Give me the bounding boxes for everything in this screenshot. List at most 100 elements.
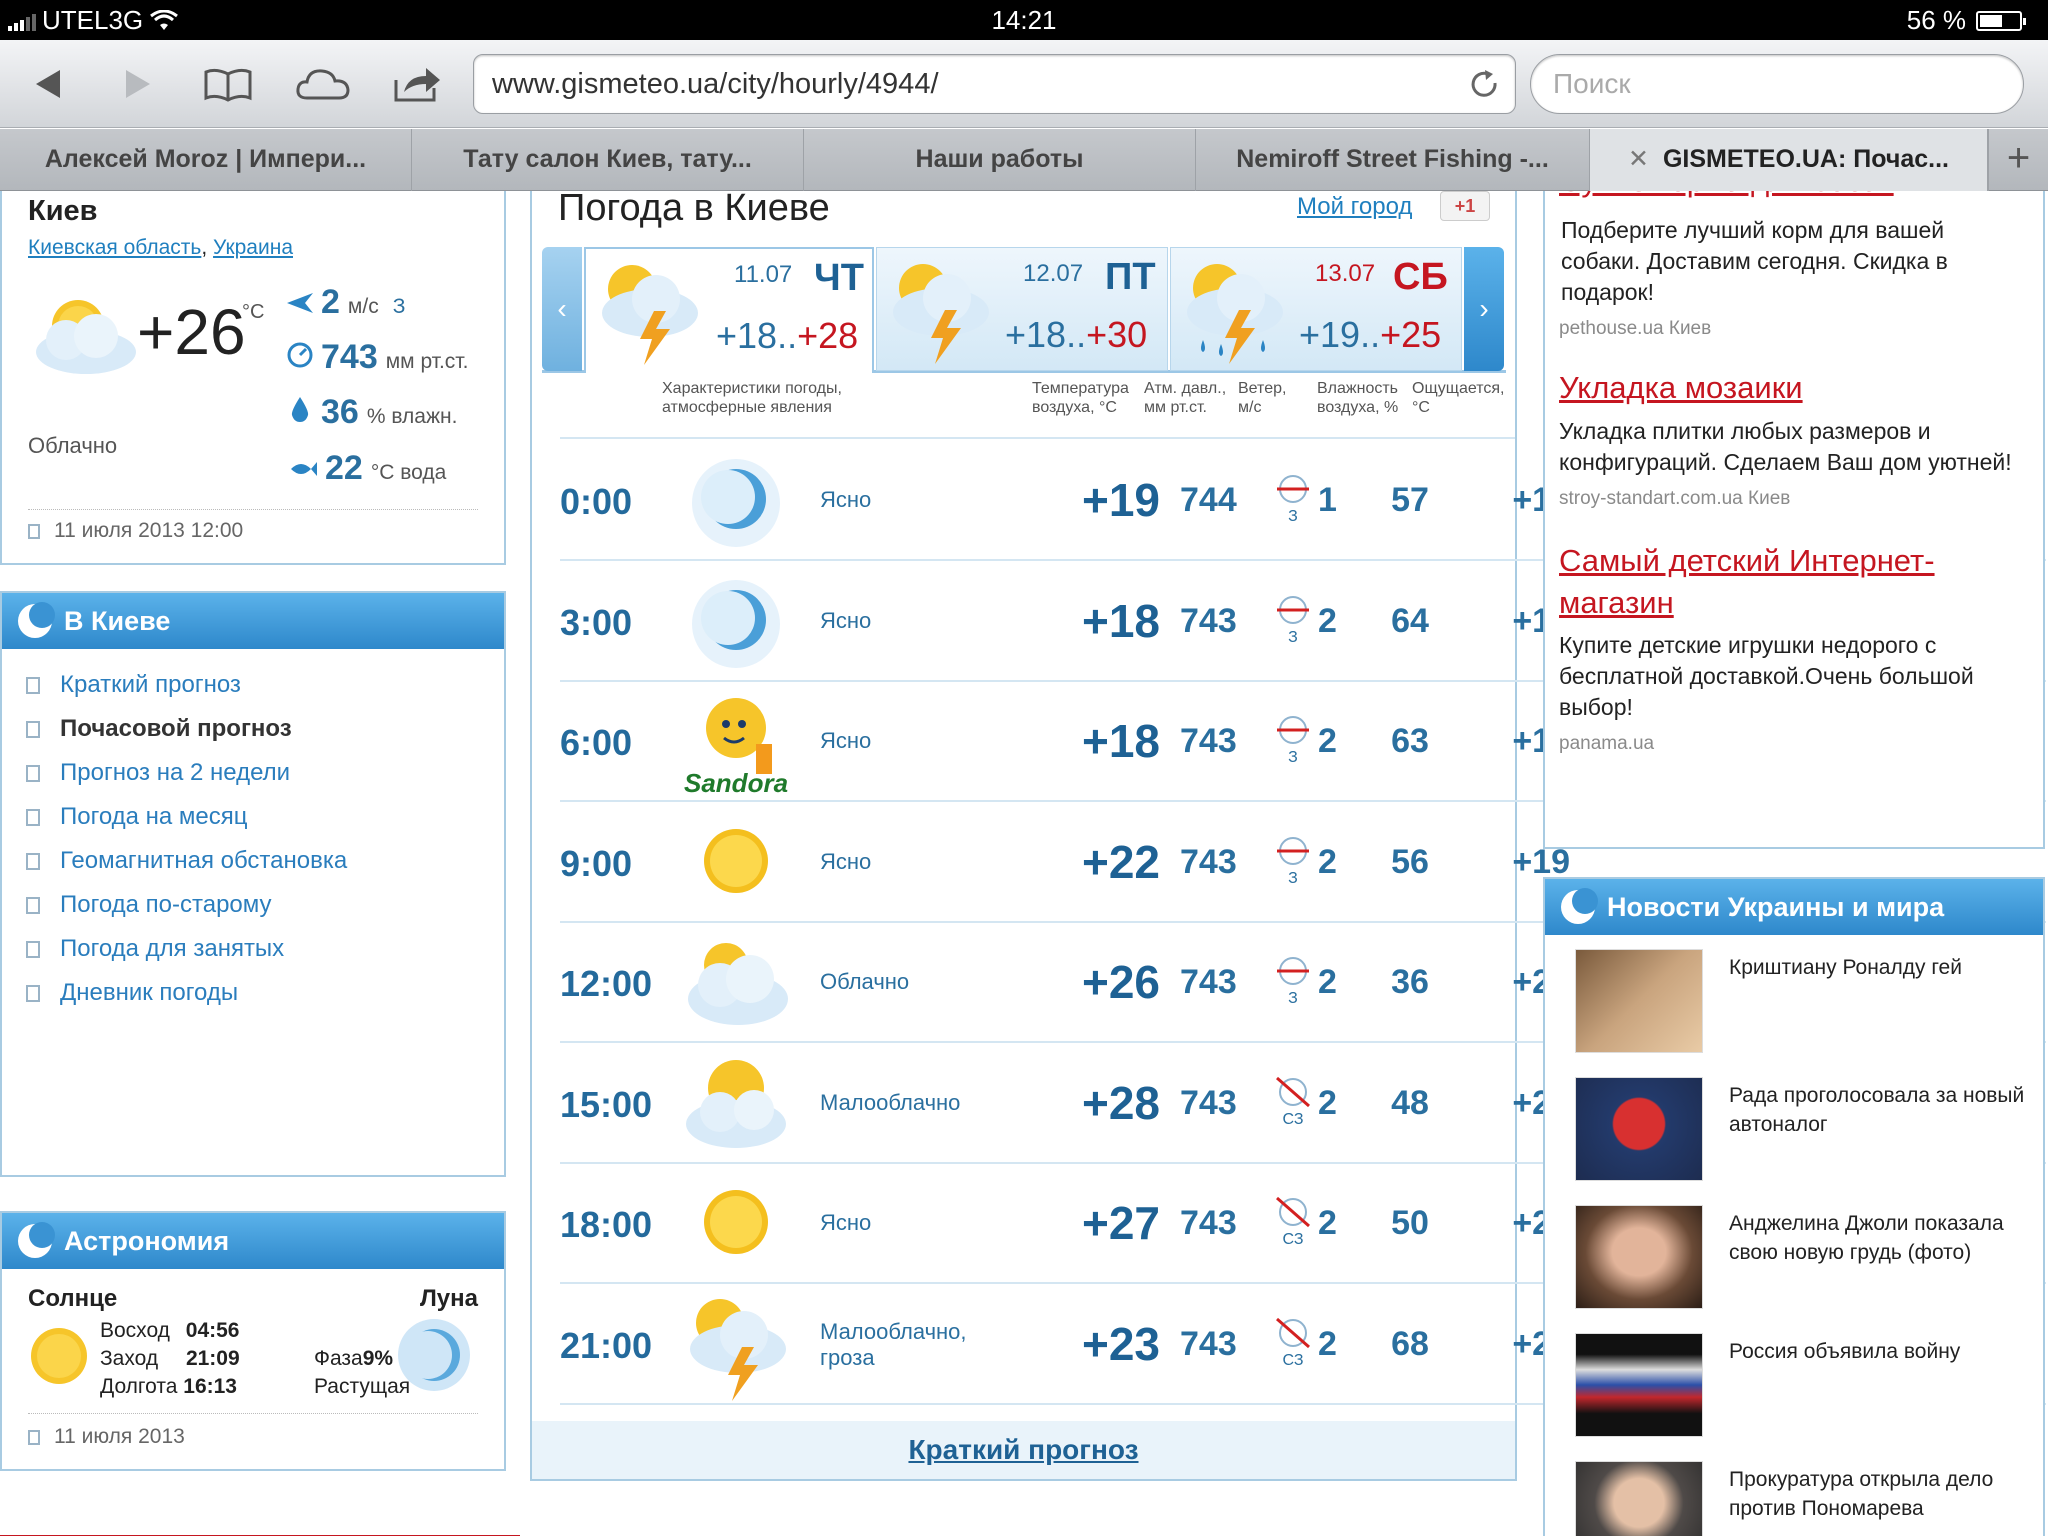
- document-icon: [28, 523, 40, 539]
- tab-4[interactable]: Nemiroff Street Fishing -...: [1196, 129, 1590, 191]
- menu-item-month[interactable]: Погода на месяц: [2, 795, 504, 839]
- temp-sep: ..: [1360, 314, 1381, 355]
- ad-source: panama.ua: [1559, 733, 1655, 754]
- my-city-link[interactable]: Мой город: [1297, 193, 1412, 221]
- day-tab-sat[interactable]: 13.07 СБ +19..+25: [1170, 247, 1462, 371]
- menu-item-old-style[interactable]: Погода по-старому: [2, 883, 504, 927]
- ad-text: Укладка плитки любых размеров и конфигур…: [1559, 418, 2012, 475]
- prev-days-button[interactable]: ‹: [542, 247, 582, 371]
- page-content: Киев Киевская область, Украина +26 °C Об…: [0, 191, 2048, 1536]
- tab-label: Наши работы: [915, 145, 1084, 173]
- news-thumbnail: [1575, 949, 1703, 1053]
- tab-3[interactable]: Наши работы: [804, 129, 1196, 191]
- menu-item-diary[interactable]: Дневник погоды: [2, 971, 504, 1015]
- menu-item-label: Погода на месяц: [60, 803, 248, 830]
- new-tab-button[interactable]: +: [1988, 129, 2048, 191]
- share-button[interactable]: [390, 58, 446, 110]
- row-wind-dir: З: [1272, 953, 1314, 1008]
- header-characteristics: Характеристики погоды, атмосферные явлен…: [662, 380, 842, 416]
- hourly-forecast-box: Погода в Киеве Мой город +1 ‹ 11.07 ЧТ +…: [530, 191, 2046, 1481]
- forward-arrow-icon: [126, 70, 150, 98]
- tab-2[interactable]: Тату салон Киев, тату...: [412, 129, 804, 191]
- astro-date-line: 11 июля 2013: [28, 1425, 185, 1449]
- weather-icon: [680, 1050, 792, 1162]
- battery-icon: [1976, 10, 2026, 31]
- cloud-icon: [296, 69, 350, 100]
- sun-icon: [704, 1190, 768, 1254]
- region-link[interactable]: Киевская область: [28, 236, 201, 259]
- ad-title[interactable]: Самый детский Интернет-магазин: [1559, 540, 2029, 624]
- url-text: www.gismeteo.ua/city/hourly/4944/: [492, 68, 939, 100]
- row-temperature: +18: [1081, 594, 1160, 647]
- astronomy-header: Астрономия: [2, 1213, 504, 1269]
- moon-icon: [398, 1319, 470, 1391]
- updated-time: 11 июля 2013 12:00: [54, 519, 244, 542]
- footer-bar: Краткий прогноз: [532, 1421, 1515, 1479]
- close-tab-icon[interactable]: ✕: [1628, 145, 1649, 173]
- row-wind-dir: З: [1272, 833, 1314, 888]
- tab-1[interactable]: Алексей Moroz | Импери...: [0, 129, 412, 191]
- menu-item-label: Дневник погоды: [60, 979, 239, 1006]
- news-item[interactable]: Криштиану Роналду гей: [1545, 949, 2043, 1077]
- tab-label: Алексей Moroz | Импери...: [44, 145, 367, 173]
- back-button[interactable]: [20, 58, 76, 110]
- compass-icon: [1276, 1196, 1310, 1228]
- tab-5-active[interactable]: ✕ GISMETEO.UA: Почас...: [1590, 129, 1988, 191]
- row-pressure: 743: [1180, 842, 1237, 881]
- ad-title-top[interactable]: Сухие корма для собак: [1559, 191, 1894, 199]
- ad-title[interactable]: Укладка мозаики: [1559, 370, 2029, 406]
- address-bar[interactable]: www.gismeteo.ua/city/hourly/4944/: [473, 54, 1516, 114]
- short-forecast-link[interactable]: Краткий прогноз: [908, 1434, 1138, 1465]
- weather-icon: [680, 929, 792, 1041]
- cut-off-text: [0, 1521, 560, 1536]
- row-humidity: 36: [1391, 963, 1429, 1001]
- battery-percent: 56 %: [1906, 5, 1966, 35]
- ios-status-bar: UTEL3G 14:21 56 %: [0, 0, 2048, 40]
- tab-label: GISMETEO.UA: Почас...: [1662, 145, 1949, 173]
- news-item[interactable]: Рада проголосовала за новый автоналог: [1545, 1077, 2043, 1205]
- menu-item-2-weeks[interactable]: Прогноз на 2 недели: [2, 751, 504, 795]
- svg-text:Sandora: Sandora: [684, 768, 788, 798]
- icloud-tabs-button[interactable]: [295, 58, 351, 110]
- row-temperature: +27: [1081, 1197, 1160, 1249]
- menu-item-busy[interactable]: Погода для занятых: [2, 927, 504, 971]
- search-input[interactable]: Поиск: [1530, 54, 2024, 114]
- menu-title: В Киеве: [64, 606, 171, 636]
- ad-source-top: pethouse.ua Киев: [1559, 318, 1712, 339]
- menu-item-geomagnetic[interactable]: Геомагнитная обстановка: [2, 839, 504, 883]
- row-description: Облачно: [820, 969, 910, 994]
- compass-icon: [1277, 595, 1309, 624]
- menu-item-label: Погода по-старому: [60, 891, 272, 918]
- row-temperature: +26: [1081, 956, 1160, 1008]
- day-tab-thu[interactable]: 11.07 ЧТ +18..+28: [584, 247, 874, 373]
- next-days-button[interactable]: ›: [1464, 247, 1504, 371]
- compass-icon: [1277, 836, 1309, 865]
- row-time: 18:00: [560, 1204, 653, 1245]
- news-thumbnail: [1575, 1333, 1703, 1437]
- day-tab-fri[interactable]: 12.07 ПТ +18..+30: [876, 247, 1168, 371]
- news-item[interactable]: Россия объявила войну: [1545, 1333, 2043, 1461]
- day-temp-range: +19..+25: [1299, 314, 1441, 356]
- row-temperature: +22: [1081, 835, 1160, 888]
- ad-text: Купите детские игрушки недорого с беспла…: [1559, 632, 1974, 720]
- document-icon: [26, 984, 40, 1002]
- forward-button[interactable]: [110, 58, 166, 110]
- news-thumbnail: [1575, 1077, 1703, 1181]
- news-item[interactable]: Анджелина Джоли показала свою новую груд…: [1545, 1205, 2043, 1333]
- reload-icon[interactable]: [1469, 69, 1501, 101]
- bookmarks-button[interactable]: [200, 58, 256, 110]
- gplus-button[interactable]: +1: [1440, 191, 1490, 221]
- document-icon: [26, 852, 40, 870]
- clock: 14:21: [991, 5, 1057, 35]
- menu-item-hourly-forecast[interactable]: Почасовой прогноз: [2, 707, 504, 751]
- news-headline: Прокуратура открыла дело против Пономаре…: [1729, 1468, 1994, 1520]
- row-wind-dir: СЗ: [1272, 1194, 1314, 1249]
- wind-dir-label: СЗ: [1282, 1351, 1304, 1369]
- country-link[interactable]: Украина: [213, 236, 293, 259]
- astro-date: 11 июля 2013: [54, 1425, 185, 1448]
- menu-item-short-forecast[interactable]: Краткий прогноз: [2, 663, 504, 707]
- news-item[interactable]: Прокуратура открыла дело против Пономаре…: [1545, 1461, 2043, 1536]
- tab-label: Nemiroff Street Fishing -...: [1236, 145, 1549, 173]
- city-menu-box: В Киеве Краткий прогноз Почасовой прогно…: [0, 591, 506, 1177]
- document-icon: [26, 764, 40, 782]
